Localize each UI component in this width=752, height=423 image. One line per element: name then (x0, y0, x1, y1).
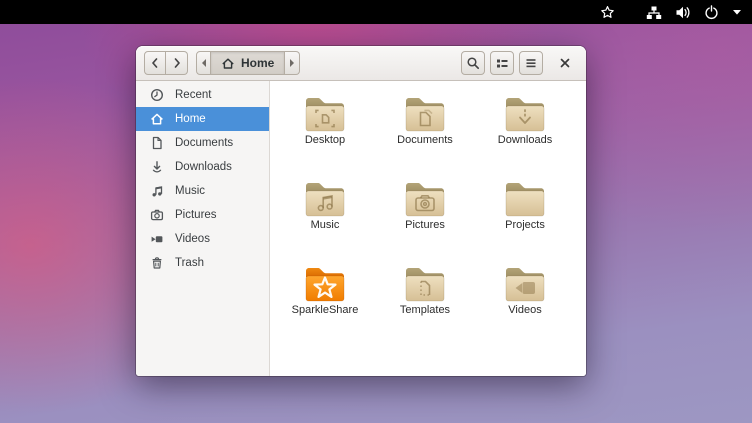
folder-icon (301, 178, 349, 218)
file-label: Projects (505, 219, 545, 231)
file-label: Desktop (305, 134, 345, 146)
folder-icon (501, 93, 549, 133)
file-item-desktop[interactable]: Desktop (275, 93, 375, 178)
folder-icon (501, 178, 549, 218)
file-item-music[interactable]: Music (275, 178, 375, 263)
file-item-templates[interactable]: Templates (375, 263, 475, 348)
menu-button[interactable] (519, 51, 543, 75)
list-view-button[interactable] (490, 51, 514, 75)
window-headerbar[interactable]: Home (136, 46, 586, 81)
home-icon (221, 57, 235, 70)
music-notes-icon (149, 183, 165, 199)
back-button[interactable] (144, 51, 166, 75)
sidebar-item-label: Videos (175, 233, 210, 245)
recent-clock-icon (149, 87, 165, 103)
sidebar-item-label: Music (175, 185, 205, 197)
document-icon (149, 135, 165, 151)
sidebar-item-label: Documents (175, 137, 233, 149)
path-home-label: Home (241, 56, 274, 70)
history-nav (144, 51, 188, 75)
sidebar-item-trash[interactable]: Trash (136, 251, 269, 275)
video-camera-icon (149, 231, 165, 247)
close-button[interactable] (552, 50, 578, 76)
folder-icon (401, 263, 449, 303)
folder-icon (301, 263, 349, 303)
file-label: Videos (508, 304, 541, 316)
sidebar-item-label: Recent (175, 89, 211, 101)
folder-icon (501, 263, 549, 303)
sidebar-item-label: Pictures (175, 209, 217, 221)
file-item-projects[interactable]: Projects (475, 178, 575, 263)
sidebar-item-documents[interactable]: Documents (136, 131, 269, 155)
file-label: Downloads (498, 134, 552, 146)
sidebar-item-label: Downloads (175, 161, 232, 173)
file-label: Documents (397, 134, 453, 146)
path-scroll-left-button[interactable] (196, 51, 211, 75)
home-icon (149, 111, 165, 127)
sidebar-item-recent[interactable]: Recent (136, 83, 269, 107)
sidebar-item-downloads[interactable]: Downloads (136, 155, 269, 179)
power-icon[interactable] (704, 0, 719, 24)
headerbar-actions (461, 51, 543, 75)
file-item-downloads[interactable]: Downloads (475, 93, 575, 178)
favorites-star-icon[interactable] (600, 0, 615, 24)
places-sidebar: Recent Home Documents Downloads Music Pi (136, 81, 270, 376)
folder-icon (401, 93, 449, 133)
camera-icon (149, 207, 165, 223)
desktop: { "topbar": { "icons": ["favorites-star"… (0, 0, 752, 423)
forward-button[interactable] (166, 51, 188, 75)
path-bar: Home (196, 51, 300, 75)
path-home-button[interactable]: Home (211, 51, 285, 75)
folder-icon (301, 93, 349, 133)
system-top-bar (0, 0, 752, 24)
sidebar-item-music[interactable]: Music (136, 179, 269, 203)
file-label: Pictures (405, 219, 445, 231)
chevron-down-icon[interactable] (732, 0, 742, 24)
file-label: SparkleShare (292, 304, 359, 316)
download-arrow-icon (149, 159, 165, 175)
file-item-sparkleshare[interactable]: SparkleShare (275, 263, 375, 348)
file-label: Templates (400, 304, 450, 316)
volume-icon[interactable] (675, 0, 691, 24)
sidebar-item-home[interactable]: Home (136, 107, 269, 131)
file-grid: Desktop Documents (270, 81, 586, 376)
sidebar-item-label: Trash (175, 257, 204, 269)
path-scroll-right-button[interactable] (285, 51, 300, 75)
sidebar-item-label: Home (175, 113, 206, 125)
sidebar-item-videos[interactable]: Videos (136, 227, 269, 251)
network-icon[interactable] (646, 0, 662, 24)
file-item-documents[interactable]: Documents (375, 93, 475, 178)
trash-can-icon (149, 255, 165, 271)
file-item-pictures[interactable]: Pictures (375, 178, 475, 263)
sidebar-item-pictures[interactable]: Pictures (136, 203, 269, 227)
search-button[interactable] (461, 51, 485, 75)
files-window: Home Recent (136, 46, 586, 376)
file-label: Music (311, 219, 340, 231)
folder-icon (401, 178, 449, 218)
file-item-videos[interactable]: Videos (475, 263, 575, 348)
window-body: Recent Home Documents Downloads Music Pi (136, 81, 586, 376)
